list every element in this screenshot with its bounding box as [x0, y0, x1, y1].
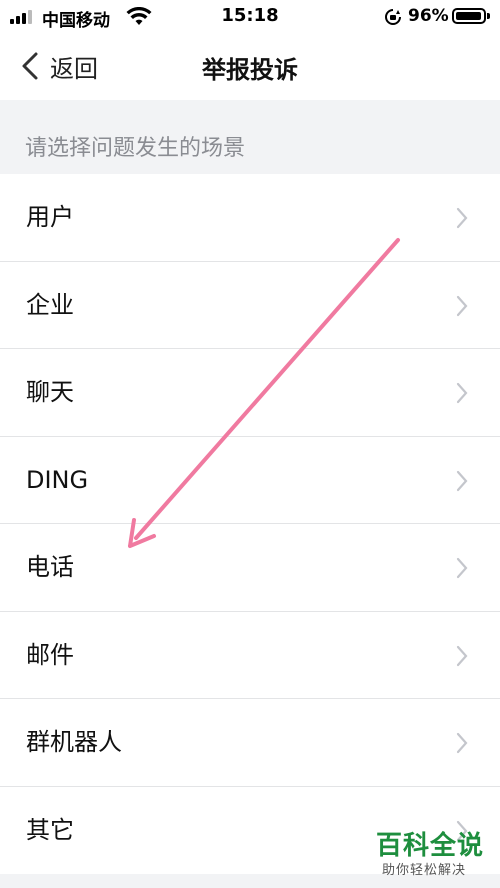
list-item-label: 电话 — [26, 553, 74, 581]
watermark: 百科全说 助你轻松解决 — [368, 825, 498, 885]
chevron-right-icon — [456, 732, 468, 754]
battery-cap — [487, 13, 490, 19]
status-bar: 中国移动 15:18 96% — [0, 0, 500, 34]
battery-fill — [456, 12, 481, 20]
list-item-label: 其它 — [26, 815, 74, 844]
list-item-label: 企业 — [26, 290, 74, 319]
section-header: 请选择问题发生的场景 — [0, 100, 500, 174]
chevron-right-icon — [456, 470, 468, 491]
list-item-enterprise[interactable]: 企业 — [0, 261, 500, 349]
rotation-lock-icon — [385, 9, 401, 25]
list-item-email[interactable]: 邮件 — [0, 611, 500, 699]
page-title: 举报投诉 — [202, 56, 298, 84]
list-item-label: 群机器人 — [26, 728, 122, 756]
nav-bar: 返回 举报投诉 — [0, 34, 500, 100]
chevron-right-icon — [456, 382, 468, 404]
list-item-chat[interactable]: 聊天 — [0, 349, 500, 437]
list-item-label: DING — [26, 465, 89, 494]
scenario-list: 用户 企业 聊天 DING 电话 邮件 群机器人 其它 — [0, 174, 500, 874]
chevron-right-icon — [456, 645, 468, 666]
list-item-label: 用户 — [26, 203, 74, 231]
battery-icon — [452, 8, 486, 24]
chevron-right-icon — [456, 295, 468, 316]
watermark-subtitle: 助你轻松解决 — [382, 863, 467, 878]
list-item-label: 聊天 — [26, 378, 74, 406]
chevron-right-icon — [456, 557, 468, 579]
list-item-group-robot[interactable]: 群机器人 — [0, 699, 500, 787]
screen: 中国移动 15:18 96% 返回 举报投诉 请选择问题发生的场景 用户 企业 … — [0, 0, 500, 888]
list-item-phone[interactable]: 电话 — [0, 524, 500, 612]
section-header-text: 请选择问题发生的场景 — [25, 136, 246, 161]
chevron-right-icon — [456, 207, 468, 229]
list-item-user[interactable]: 用户 — [0, 174, 500, 262]
battery-percent: 96% — [408, 6, 449, 26]
list-item-label: 邮件 — [26, 640, 74, 669]
watermark-title: 百科全说 — [376, 831, 485, 861]
list-item-ding[interactable]: DING — [0, 436, 500, 524]
